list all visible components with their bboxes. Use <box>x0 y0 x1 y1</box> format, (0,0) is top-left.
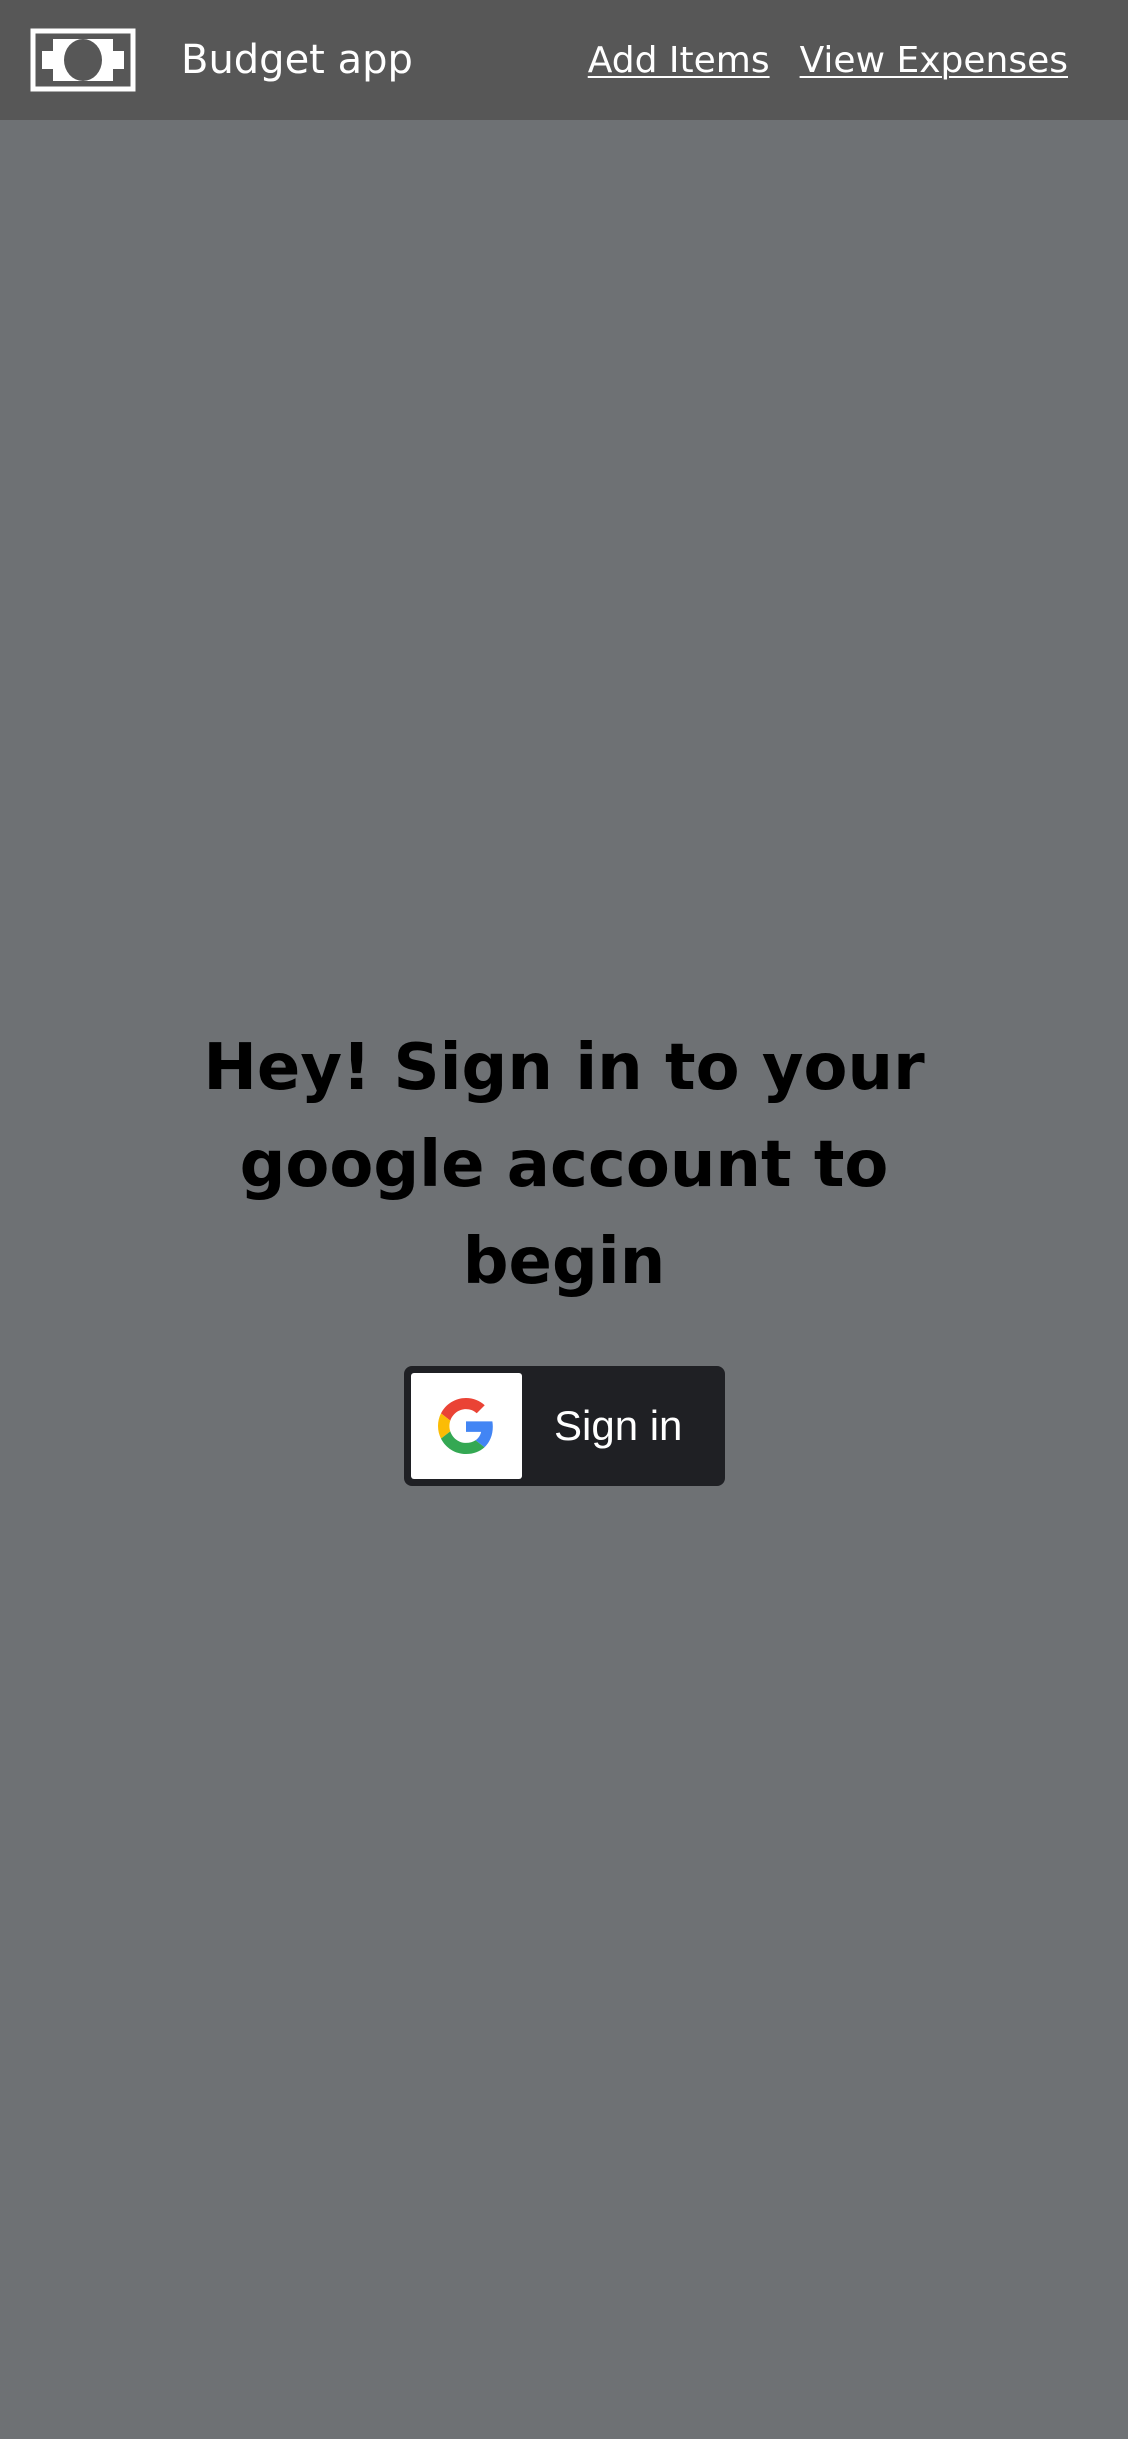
hero-section: Hey! Sign in to your google account to b… <box>0 1020 1128 1311</box>
nav-link-view-expenses[interactable]: View Expenses <box>800 38 1068 84</box>
google-icon-box <box>411 1373 522 1479</box>
google-icon <box>438 1398 493 1454</box>
google-sign-in-button[interactable]: Sign in <box>404 1366 725 1486</box>
page-heading: Hey! Sign in to your google account to b… <box>203 1031 925 1299</box>
brand-title[interactable]: Budget app <box>181 35 413 85</box>
nav-link-add-items[interactable]: Add Items <box>588 38 770 84</box>
money-bill-icon[interactable] <box>30 28 136 92</box>
sign-in-label: Sign in <box>554 1402 683 1449</box>
nav-links: Add Items View Expenses <box>588 38 1068 84</box>
navbar: Budget app Add Items View Expenses <box>0 0 1128 120</box>
